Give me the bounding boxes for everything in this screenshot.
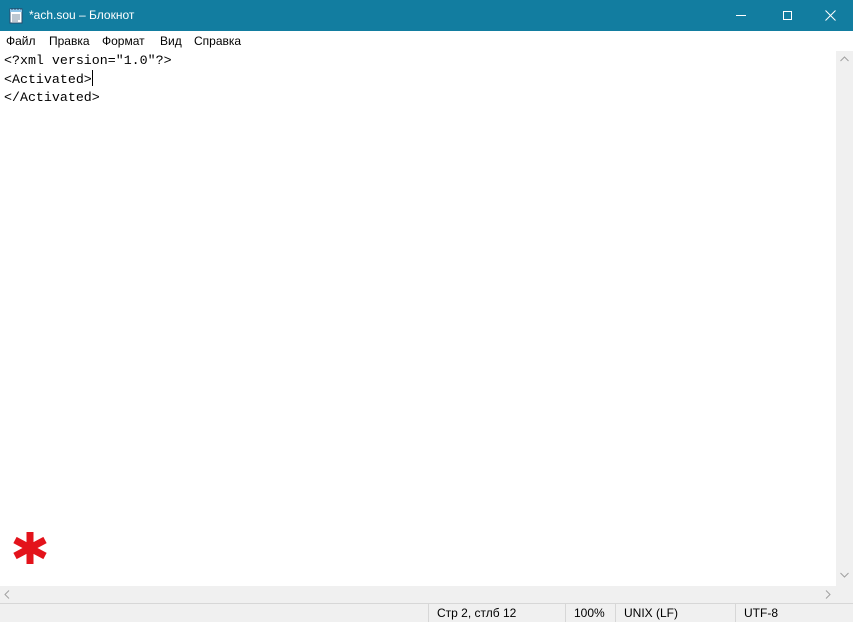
status-encoding: UTF-8 [735, 604, 853, 622]
status-zoom: 100% [565, 604, 615, 622]
minimize-icon [736, 15, 746, 16]
scroll-right-icon[interactable] [825, 590, 831, 599]
menu-bar: Файл Правка Формат Вид Справка [0, 31, 853, 52]
editor-line: </Activated> [4, 90, 100, 105]
horizontal-scrollbar[interactable] [0, 586, 836, 603]
menu-format[interactable]: Формат [102, 34, 145, 48]
scroll-down-icon[interactable] [840, 572, 849, 578]
text-caret [91, 70, 93, 86]
window-title: *ach.sou – Блокнот [29, 8, 135, 22]
title-bar[interactable]: *ach.sou – Блокнот [0, 0, 853, 31]
menu-edit[interactable]: Правка [49, 34, 90, 48]
red-asterisk-icon [13, 532, 47, 564]
close-icon [824, 10, 836, 21]
editor-content[interactable]: <?xml version="1.0"?> <Activated> </Acti… [4, 52, 172, 107]
status-line-endings: UNIX (LF) [615, 604, 735, 622]
menu-file[interactable]: Файл [6, 34, 36, 48]
scroll-left-icon[interactable] [4, 590, 10, 599]
editor-line: <?xml version="1.0"?> [4, 53, 172, 68]
maximize-button[interactable] [764, 0, 810, 31]
scroll-up-icon[interactable] [840, 56, 849, 62]
close-button[interactable] [807, 0, 853, 31]
menu-view[interactable]: Вид [160, 34, 182, 48]
notepad-icon [9, 8, 23, 24]
vertical-scrollbar[interactable] [836, 51, 853, 586]
maximize-icon [782, 11, 792, 20]
editor-line: <Activated> [4, 72, 92, 87]
minimize-button[interactable] [718, 0, 764, 31]
text-editor[interactable]: <?xml version="1.0"?> <Activated> </Acti… [0, 51, 836, 586]
menu-help[interactable]: Справка [194, 34, 241, 48]
status-cursor-position: Стр 2, стлб 12 [428, 604, 565, 622]
scrollbar-corner [836, 586, 853, 603]
status-bar: Стр 2, стлб 12 100% UNIX (LF) UTF-8 [0, 603, 853, 622]
